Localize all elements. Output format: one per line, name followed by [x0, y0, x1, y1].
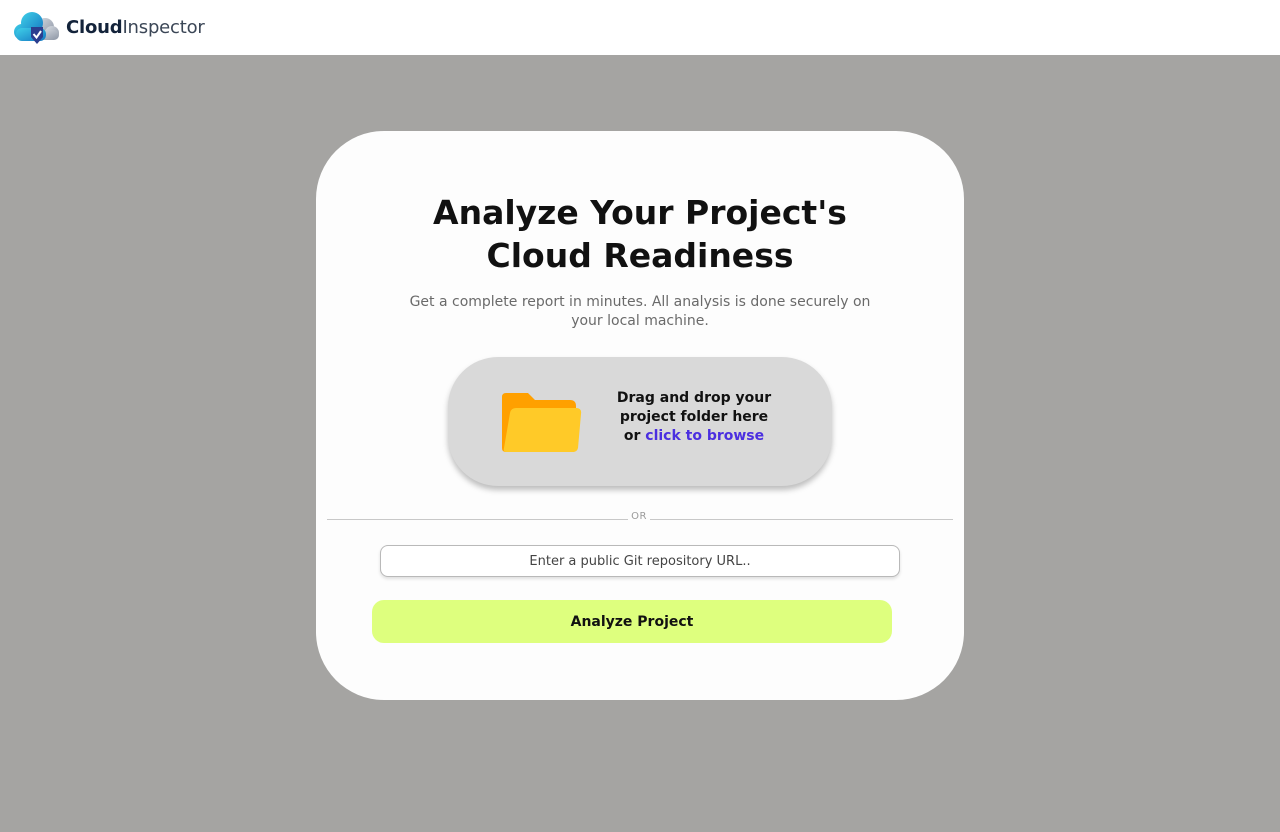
- divider-line-right: [650, 519, 953, 520]
- folder-icon: [502, 393, 582, 452]
- logo-text-light: Inspector: [122, 17, 205, 38]
- page-subtitle: Get a complete report in minutes. All an…: [409, 294, 871, 329]
- analyze-project-button[interactable]: Analyze Project: [372, 600, 892, 643]
- dropzone-or-prefix: or: [623, 428, 641, 444]
- git-url-input[interactable]: [380, 545, 900, 577]
- folder-dropzone[interactable]: Drag and drop your project folder here o…: [448, 357, 832, 486]
- logo-text-bold: Cloud: [66, 17, 123, 38]
- dropzone-text: Drag and drop your project folder here o…: [596, 389, 792, 446]
- app-header: CloudInspector: [0, 0, 1280, 55]
- page-title: Analyze Your Project's Cloud Readiness: [433, 193, 847, 275]
- dropzone-instruction: Drag and drop your project folder here: [616, 390, 772, 425]
- app-logo-text: CloudInspector: [66, 17, 205, 38]
- divider-line-left: [327, 519, 628, 520]
- or-divider: OR: [327, 510, 953, 524]
- dropzone-browse-line: or click to browse: [596, 427, 792, 446]
- browse-link[interactable]: click to browse: [645, 428, 764, 444]
- app-logo[interactable]: CloudInspector: [10, 10, 205, 46]
- divider-label: OR: [631, 511, 647, 522]
- upload-card: Analyze Your Project's Cloud Readiness G…: [316, 131, 964, 700]
- cloud-check-icon: [14, 11, 59, 44]
